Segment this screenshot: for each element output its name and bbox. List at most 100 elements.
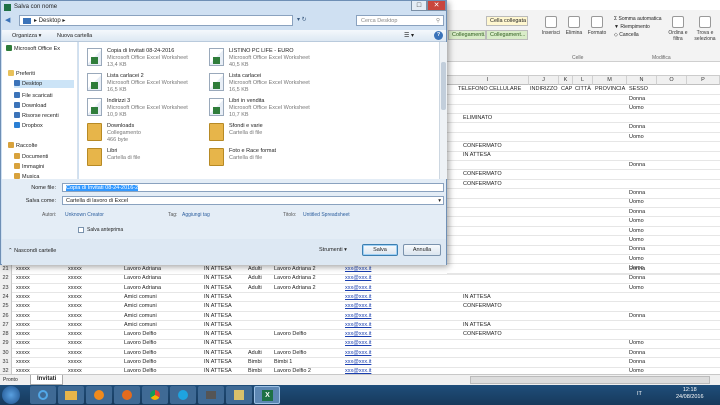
cell-c[interactable]: Lavoro Delfio	[124, 330, 156, 339]
cell-d[interactable]: IN ATTESA	[204, 302, 232, 311]
start-button[interactable]	[2, 386, 20, 404]
file-item[interactable]: Lista carlacei Microsoft Office Excel Wor…	[209, 71, 324, 99]
table-row[interactable]: Uomo	[447, 133, 720, 143]
row-number[interactable]: 23	[0, 283, 12, 294]
cell-e[interactable]: Adulti	[248, 349, 262, 358]
taskbar-app-excel[interactable]: X	[254, 386, 280, 404]
insert-cells-button[interactable]: Inserisci	[540, 16, 562, 36]
cell-g[interactable]: xxx@xxx.it	[345, 321, 371, 330]
cell-d[interactable]: IN ATTESA	[204, 349, 232, 358]
style-collegamenti-2[interactable]: Collegament...	[486, 30, 528, 40]
search-input[interactable]: Cerca Desktop ⚲	[356, 15, 444, 26]
cell-sesso[interactable]: Donna	[629, 208, 645, 217]
row-number[interactable]: 30	[0, 348, 12, 359]
table-row[interactable]: Uomo	[447, 198, 720, 208]
table-row[interactable]: CONFERMATO	[447, 170, 720, 180]
cell-g[interactable]: xxx@xxx.it	[345, 312, 371, 321]
table-row[interactable]: Uomo	[447, 236, 720, 246]
file-item[interactable]: LISTINO PC LIFE - EURO Microsoft Office E…	[209, 46, 324, 74]
style-collegamenti-1[interactable]: Collegamenti...	[448, 30, 486, 40]
taskbar-app-video[interactable]	[198, 386, 224, 404]
row-number[interactable]: 31	[0, 358, 12, 368]
column-header-n[interactable]: N	[627, 76, 657, 85]
cell-g[interactable]: xxx@xxx.it	[345, 293, 371, 302]
column-header-j[interactable]: J	[529, 76, 559, 85]
hide-folders-toggle[interactable]: ⌃ Nascondi cartelle	[8, 248, 56, 254]
cell-c[interactable]: Amici comuni	[124, 321, 157, 330]
cell-stato[interactable]: CONFERMATO	[463, 170, 502, 179]
table-row[interactable]: 31 xxxxx xxxxx Lavoro Delfio IN ATTESA Bimbi B…	[0, 358, 720, 368]
clear-button[interactable]: ◇ Cancella	[614, 31, 662, 39]
cancel-button[interactable]: Annulla	[403, 244, 441, 256]
cell-b[interactable]: xxxxx	[68, 265, 82, 274]
cell-i[interactable]: CONFERMATO	[463, 330, 502, 339]
language-indicator[interactable]: IT	[637, 391, 642, 397]
horizontal-scrollbar[interactable]	[470, 376, 710, 384]
nav-item[interactable]: Preferiti	[8, 70, 35, 78]
cell-b[interactable]: xxxxx	[68, 302, 82, 311]
column-header-p[interactable]: P	[687, 76, 720, 85]
cell-d[interactable]: IN ATTESA	[204, 321, 232, 330]
cell-d[interactable]: IN ATTESA	[204, 265, 232, 274]
file-item[interactable]: Lista carlacei 2 Microsoft Office Excel W…	[87, 71, 202, 99]
format-cells-button[interactable]: Formato	[586, 16, 608, 36]
cell-c[interactable]: Lavoro Adriana	[124, 284, 161, 293]
cell-a[interactable]: xxxxx	[16, 274, 30, 283]
cell-b[interactable]: xxxxx	[68, 339, 82, 348]
cell-d[interactable]: IN ATTESA	[204, 330, 232, 339]
taskbar-app-media[interactable]	[86, 386, 112, 404]
row-number[interactable]: 21	[0, 265, 12, 275]
cell-e[interactable]: Adulti	[248, 274, 262, 283]
find-select-button[interactable]: Trova e seleziona	[692, 16, 718, 42]
cell-sesso[interactable]: Uomo	[629, 198, 644, 207]
nav-item[interactable]: Risorse recenti	[14, 112, 59, 120]
cell-b[interactable]: xxxxx	[68, 321, 82, 330]
cell-b[interactable]: xxxxx	[68, 349, 82, 358]
cell-b[interactable]: xxxxx	[68, 284, 82, 293]
row-number[interactable]: 27	[0, 320, 12, 331]
column-header-i[interactable]: I	[447, 76, 529, 85]
cell-sesso[interactable]: Uomo	[629, 236, 644, 245]
fill-button[interactable]: ▼ Riempimento	[614, 23, 662, 31]
cell-f[interactable]: Bimbi 1	[274, 358, 292, 367]
table-row[interactable]: Uomo	[447, 255, 720, 265]
cell-c[interactable]: Lavoro Delfio	[124, 358, 156, 367]
table-row[interactable]: 23 xxxxx xxxxx Lavoro Adriana IN ATTESA Adult…	[0, 283, 720, 294]
savetype-select[interactable]: Cartella di lavoro di Excel ▾	[62, 196, 444, 205]
maximize-button[interactable]: □	[411, 1, 427, 11]
cell-a[interactable]: xxxxx	[16, 349, 30, 358]
delete-cells-button[interactable]: Elimina	[563, 16, 585, 36]
tools-menu[interactable]: Strumenti ▾	[319, 247, 347, 253]
cell-b[interactable]: xxxxx	[68, 274, 82, 283]
file-item[interactable]: Sfondi e varie Cartella di file	[209, 121, 324, 149]
cell-stato[interactable]: CONFERMATO	[463, 180, 502, 189]
cell-sesso[interactable]: Uomo	[629, 104, 644, 113]
cell-f[interactable]: Lavoro Delfio	[274, 349, 306, 358]
cell-g[interactable]: xxx@xxx.it	[345, 358, 371, 367]
cell-a[interactable]: xxxxx	[16, 284, 30, 293]
cell-sesso[interactable]: Uomo	[629, 255, 644, 264]
row-number[interactable]: 29	[0, 339, 12, 349]
cell-f[interactable]: Lavoro Delfio	[274, 330, 306, 339]
cell-a[interactable]: xxxxx	[16, 321, 30, 330]
table-row[interactable]: 29 xxxxx xxxxx Lavoro Delfio IN ATTESA xxx@xx…	[0, 339, 720, 349]
nav-item[interactable]: File scaricati	[14, 92, 53, 100]
column-header-l[interactable]: L	[573, 76, 593, 85]
cell-f[interactable]: Lavoro Adriana 2	[274, 274, 316, 283]
taskbar-app-paint[interactable]	[226, 386, 252, 404]
cell-sesso[interactable]: Donna	[629, 95, 645, 104]
cell-c[interactable]: Amici comuni	[124, 312, 157, 321]
cell-j[interactable]: Uomo	[629, 339, 644, 348]
table-row[interactable]: 27 xxxxx xxxxx Amici comuni IN ATTESA xxx@xxx…	[0, 320, 720, 331]
cell-g[interactable]: xxx@xxx.it	[345, 274, 371, 283]
file-item[interactable]: Foto e Race format Cartella di file	[209, 146, 324, 174]
file-item[interactable]: Copia di Invitati 08-24-2016 Microsoft Of…	[87, 46, 202, 74]
table-row[interactable]: 21 xxxxx xxxxx Lavoro Adriana IN ATTESA Adult…	[0, 265, 720, 275]
cell-d[interactable]: IN ATTESA	[204, 293, 232, 302]
table-row[interactable]: 30 xxxxx xxxxx Lavoro Delfio IN ATTESA Adulti…	[0, 348, 720, 359]
cell-stato[interactable]: ELIMINATO	[463, 114, 492, 123]
taskbar-app-explorer[interactable]	[58, 386, 84, 404]
cell-g[interactable]: xxx@xxx.it	[345, 302, 371, 311]
file-item[interactable]: Libri in vendita Microsoft Office Excel W…	[209, 96, 324, 124]
refresh-button[interactable]: ▾ ↻	[297, 15, 353, 26]
